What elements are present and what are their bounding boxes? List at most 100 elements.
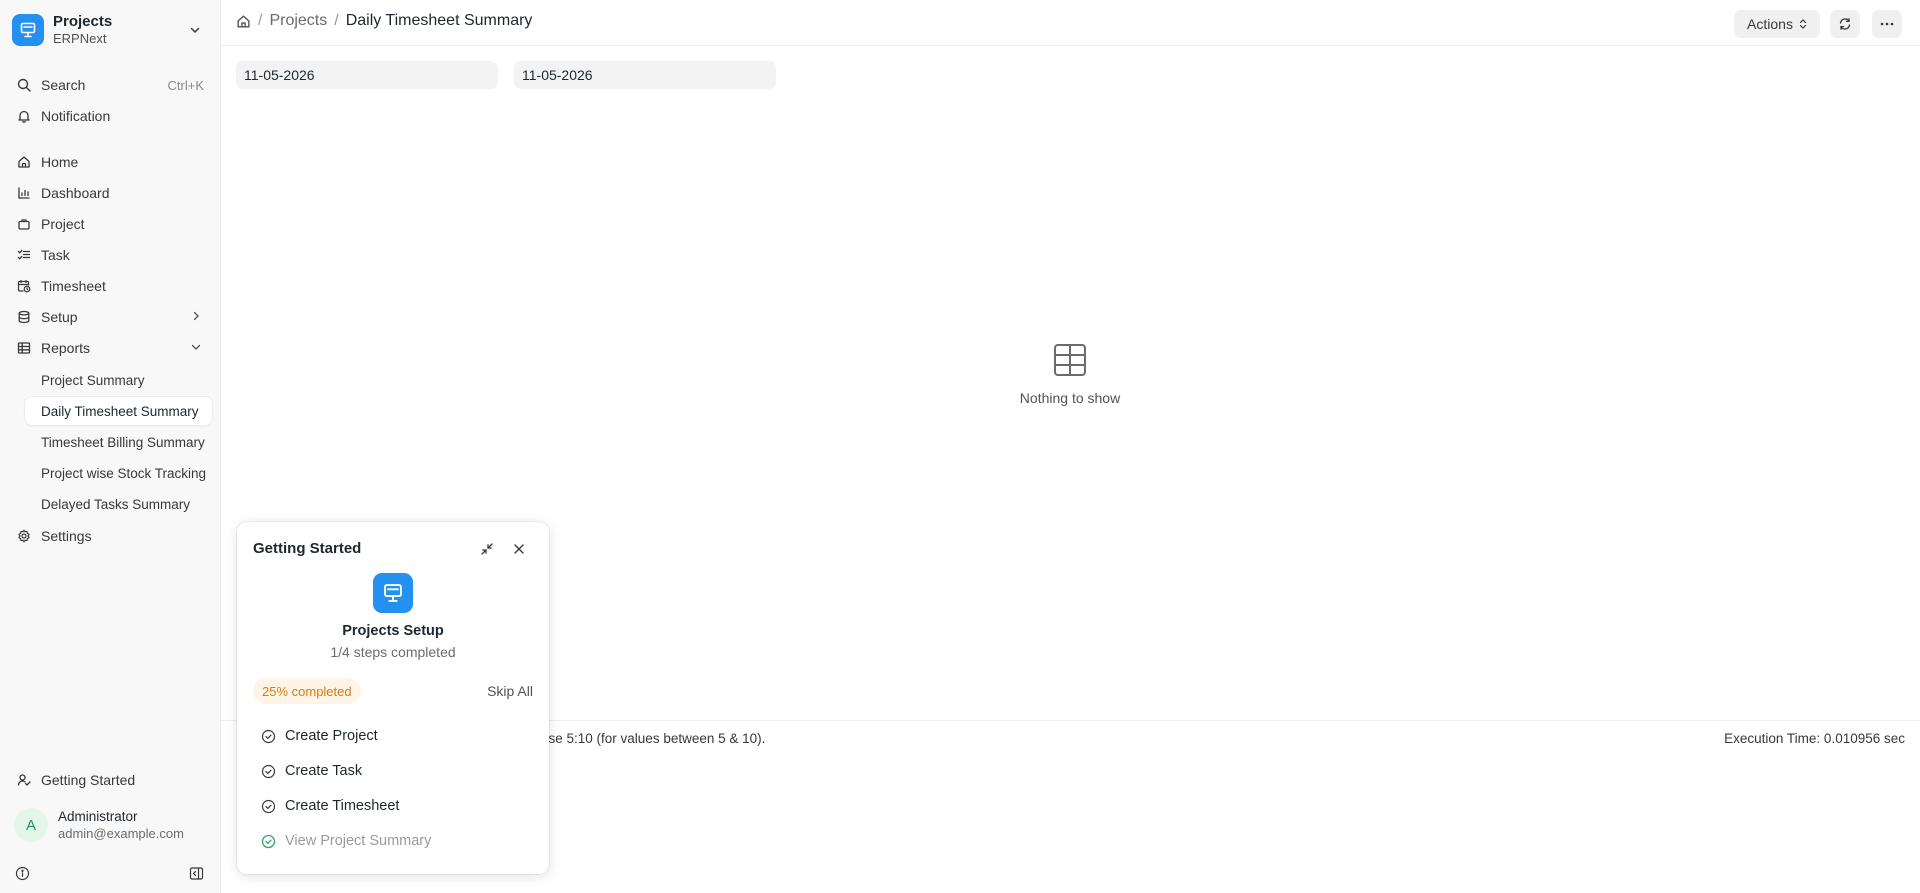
refresh-button[interactable] (1830, 10, 1860, 38)
page-title: Daily Timesheet Summary (345, 12, 533, 29)
sidebar-report-project-summary[interactable]: Project Summary (25, 366, 212, 394)
step-create-timesheet[interactable]: Create Timesheet (261, 794, 399, 818)
collapse-sidebar-icon[interactable] (189, 866, 204, 881)
home-icon (16, 154, 32, 170)
step-label: Create Timesheet (285, 798, 400, 814)
refresh-icon (1838, 17, 1852, 31)
chevron-down-icon (188, 23, 202, 37)
app-subtitle: ERPNext (53, 31, 107, 46)
sidebar-item-setup[interactable]: Setup (8, 303, 212, 331)
circle-check-icon (261, 799, 276, 814)
getting-started-panel: Getting Started Projects Setup 1/4 steps… (237, 522, 549, 874)
calendar-clock-icon (16, 278, 32, 294)
projects-logo-icon (373, 573, 413, 613)
sidebar-report-timesheet-billing-summary[interactable]: Timesheet Billing Summary (25, 428, 212, 456)
user-check-icon (16, 772, 32, 788)
getting-started-button[interactable]: Getting Started (8, 766, 212, 794)
notification-button[interactable]: Notification (8, 102, 212, 130)
breadcrumb-projects[interactable]: Projects (269, 12, 327, 30)
sidebar: Projects ERPNext Search Ctrl+K Notificat… (0, 0, 221, 893)
actions-label: Actions (1747, 16, 1793, 32)
step-create-project[interactable]: Create Project (261, 724, 378, 748)
briefcase-icon (16, 216, 32, 232)
topbar: / Projects / Daily Timesheet Summary Act… (221, 0, 1920, 46)
select-arrows-icon (1799, 18, 1807, 30)
avatar: A (14, 808, 48, 842)
user-name: Administrator (58, 809, 138, 824)
circle-check-icon (261, 729, 276, 744)
sidebar-item-label: Project (41, 216, 85, 232)
actions-button[interactable]: Actions (1734, 10, 1820, 38)
checklist-icon (16, 247, 32, 263)
breadcrumb-separator: / (334, 12, 339, 29)
sidebar-item-settings[interactable]: Settings (8, 522, 212, 550)
app-switcher[interactable]: Projects ERPNext (12, 10, 208, 50)
step-label: Create Project (285, 728, 378, 744)
search-shortcut: Ctrl+K (167, 77, 204, 93)
skip-all-button[interactable]: Skip All (487, 683, 533, 699)
more-options-button[interactable] (1872, 10, 1902, 38)
steps-completed-text: 1/4 steps completed (330, 644, 456, 660)
sidebar-item-label: Setup (41, 309, 78, 325)
sidebar-report-label: Timesheet Billing Summary (41, 434, 205, 450)
search-icon (16, 77, 32, 93)
setup-name: Projects Setup (342, 623, 444, 639)
execution-time: Execution Time: 0.010956 sec (1724, 731, 1905, 746)
sidebar-item-label: Timesheet (41, 278, 106, 294)
user-email: admin@example.com (58, 826, 184, 841)
empty-state: Nothing to show (1017, 342, 1123, 406)
getting-started-title: Getting Started (253, 540, 362, 557)
breadcrumb: / Projects / Daily Timesheet Summary (236, 12, 532, 30)
sidebar-report-delayed-tasks-summary[interactable]: Delayed Tasks Summary (25, 490, 212, 518)
home-icon[interactable] (236, 14, 251, 29)
to-date-field[interactable] (514, 61, 776, 89)
search-button[interactable]: Search Ctrl+K (8, 71, 212, 99)
step-create-task[interactable]: Create Task (261, 759, 362, 783)
table-icon (16, 340, 32, 356)
step-label: View Project Summary (285, 833, 432, 849)
chevron-down-icon (190, 341, 202, 353)
step-label: Create Task (285, 763, 363, 779)
chart-icon (16, 185, 32, 201)
sidebar-item-label: Home (41, 154, 79, 170)
sidebar-item-label: Dashboard (41, 185, 110, 201)
bell-icon (16, 108, 32, 124)
info-icon[interactable] (15, 866, 30, 881)
search-label: Search (41, 77, 86, 93)
sidebar-item-project[interactable]: Project (8, 210, 212, 238)
sidebar-item-home[interactable]: Home (8, 148, 212, 176)
database-icon (16, 309, 32, 325)
gear-icon (16, 528, 32, 544)
sidebar-item-timesheet[interactable]: Timesheet (8, 272, 212, 300)
getting-started-label: Getting Started (41, 772, 136, 788)
sidebar-report-project-wise-stock-tracking[interactable]: Project wise Stock Tracking (25, 459, 212, 487)
sidebar-item-dashboard[interactable]: Dashboard (8, 179, 212, 207)
step-view-project-summary[interactable]: View Project Summary (261, 829, 431, 853)
filter-hint-text: use 5:10 (for values between 5 & 10). (541, 731, 766, 746)
app-title: Projects (53, 13, 113, 30)
circle-check-icon (261, 764, 276, 779)
sidebar-item-label: Reports (41, 340, 91, 356)
chevron-right-icon (190, 310, 202, 322)
sidebar-item-label: Settings (41, 528, 92, 544)
empty-state-text: Nothing to show (1019, 390, 1121, 406)
sidebar-report-label: Project wise Stock Tracking (41, 465, 207, 481)
circle-check-done-icon (261, 834, 276, 849)
notification-label: Notification (41, 108, 111, 124)
sidebar-item-reports[interactable]: Reports (8, 334, 212, 362)
minimize-icon[interactable] (480, 542, 494, 556)
sidebar-item-label: Task (41, 247, 70, 263)
sidebar-item-task[interactable]: Task (8, 241, 212, 269)
from-date-field[interactable] (236, 61, 498, 89)
user-menu[interactable]: A Administrator admin@example.com (14, 808, 184, 842)
sidebar-report-daily-timesheet-summary[interactable]: Daily Timesheet Summary (25, 397, 212, 425)
close-icon[interactable] (512, 542, 526, 556)
more-horizontal-icon (1880, 22, 1894, 26)
progress-badge: 25% completed (253, 678, 361, 704)
breadcrumb-separator: / (258, 12, 263, 29)
table-icon (1052, 342, 1088, 378)
projects-logo-icon (12, 14, 44, 46)
sidebar-report-label: Delayed Tasks Summary (41, 496, 191, 512)
sidebar-report-label: Daily Timesheet Summary (41, 403, 199, 419)
sidebar-report-label: Project Summary (41, 372, 145, 388)
